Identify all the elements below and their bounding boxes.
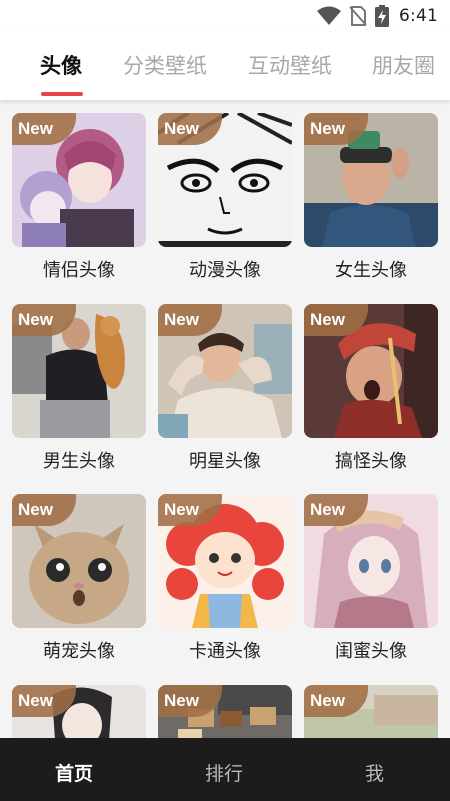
category-card-boy[interactable]: New 男生头像 <box>12 304 146 473</box>
category-card-row4-1[interactable]: New <box>12 685 146 740</box>
bottom-navigation: 首页 排行 我 <box>0 738 450 801</box>
category-label: 搞怪头像 <box>335 451 407 472</box>
category-card-anime[interactable]: New 动漫头像 <box>158 113 292 282</box>
category-label: 闺蜜头像 <box>335 641 407 662</box>
top-tab-bar: 头像 分类壁纸 互动壁纸 朋友圈 <box>0 32 450 100</box>
category-thumbnail[interactable]: New <box>158 113 292 247</box>
nav-home[interactable]: 首页 <box>55 759 93 786</box>
status-time: 6:41 <box>399 6 438 26</box>
wifi-icon <box>317 6 342 25</box>
category-label: 卡通头像 <box>189 641 261 662</box>
category-thumbnail[interactable]: New <box>304 113 438 247</box>
category-label: 明星头像 <box>189 451 261 472</box>
category-card-girl[interactable]: New 女生头像 <box>304 113 438 282</box>
category-label: 情侣头像 <box>43 260 115 281</box>
category-card-couple[interactable]: New 情侣头像 <box>12 113 146 282</box>
category-thumbnail[interactable]: New <box>12 113 146 247</box>
category-label: 动漫头像 <box>189 260 261 281</box>
nav-me[interactable]: 我 <box>365 759 384 786</box>
category-thumbnail[interactable]: New <box>12 304 146 438</box>
tab-category-wallpaper[interactable]: 分类壁纸 <box>123 50 207 80</box>
avatar-category-grid: New 情侣头像 New 动漫头像 New 女生头像 New 男生头像 New … <box>0 100 450 740</box>
no-sim-icon <box>349 6 367 26</box>
category-thumbnail[interactable]: New <box>304 494 438 628</box>
category-card-bestie[interactable]: New 闺蜜头像 <box>304 494 438 663</box>
category-card-celebrity[interactable]: New 明星头像 <box>158 304 292 473</box>
category-card-row4-3[interactable]: New <box>304 685 438 740</box>
active-tab-indicator <box>41 92 83 96</box>
category-thumbnail[interactable]: New <box>158 304 292 438</box>
category-thumbnail[interactable]: New <box>12 685 146 740</box>
category-thumbnail[interactable]: New <box>304 304 438 438</box>
category-card-row4-2[interactable]: New <box>158 685 292 740</box>
tab-interactive-wallpaper[interactable]: 互动壁纸 <box>248 50 332 80</box>
tab-moments[interactable]: 朋友圈 <box>372 50 435 80</box>
category-label: 男生头像 <box>43 451 115 472</box>
category-thumbnail[interactable]: New <box>158 494 292 628</box>
category-card-pet[interactable]: New 萌宠头像 <box>12 494 146 663</box>
nav-ranking[interactable]: 排行 <box>205 759 243 786</box>
battery-charging-icon <box>375 5 390 27</box>
tab-avatar[interactable]: 头像 <box>40 50 82 80</box>
category-label: 女生头像 <box>335 260 407 281</box>
category-thumbnail[interactable]: New <box>12 494 146 628</box>
category-label: 萌宠头像 <box>43 641 115 662</box>
app-screen: 6:41 头像 分类壁纸 互动壁纸 朋友圈 New 情侣头像 New 动漫头像 … <box>0 0 450 801</box>
category-card-funny[interactable]: New 搞怪头像 <box>304 304 438 473</box>
category-card-cartoon[interactable]: New 卡通头像 <box>158 494 292 663</box>
category-thumbnail[interactable]: New <box>304 685 438 740</box>
category-thumbnail[interactable]: New <box>158 685 292 740</box>
status-bar: 6:41 <box>0 0 450 32</box>
